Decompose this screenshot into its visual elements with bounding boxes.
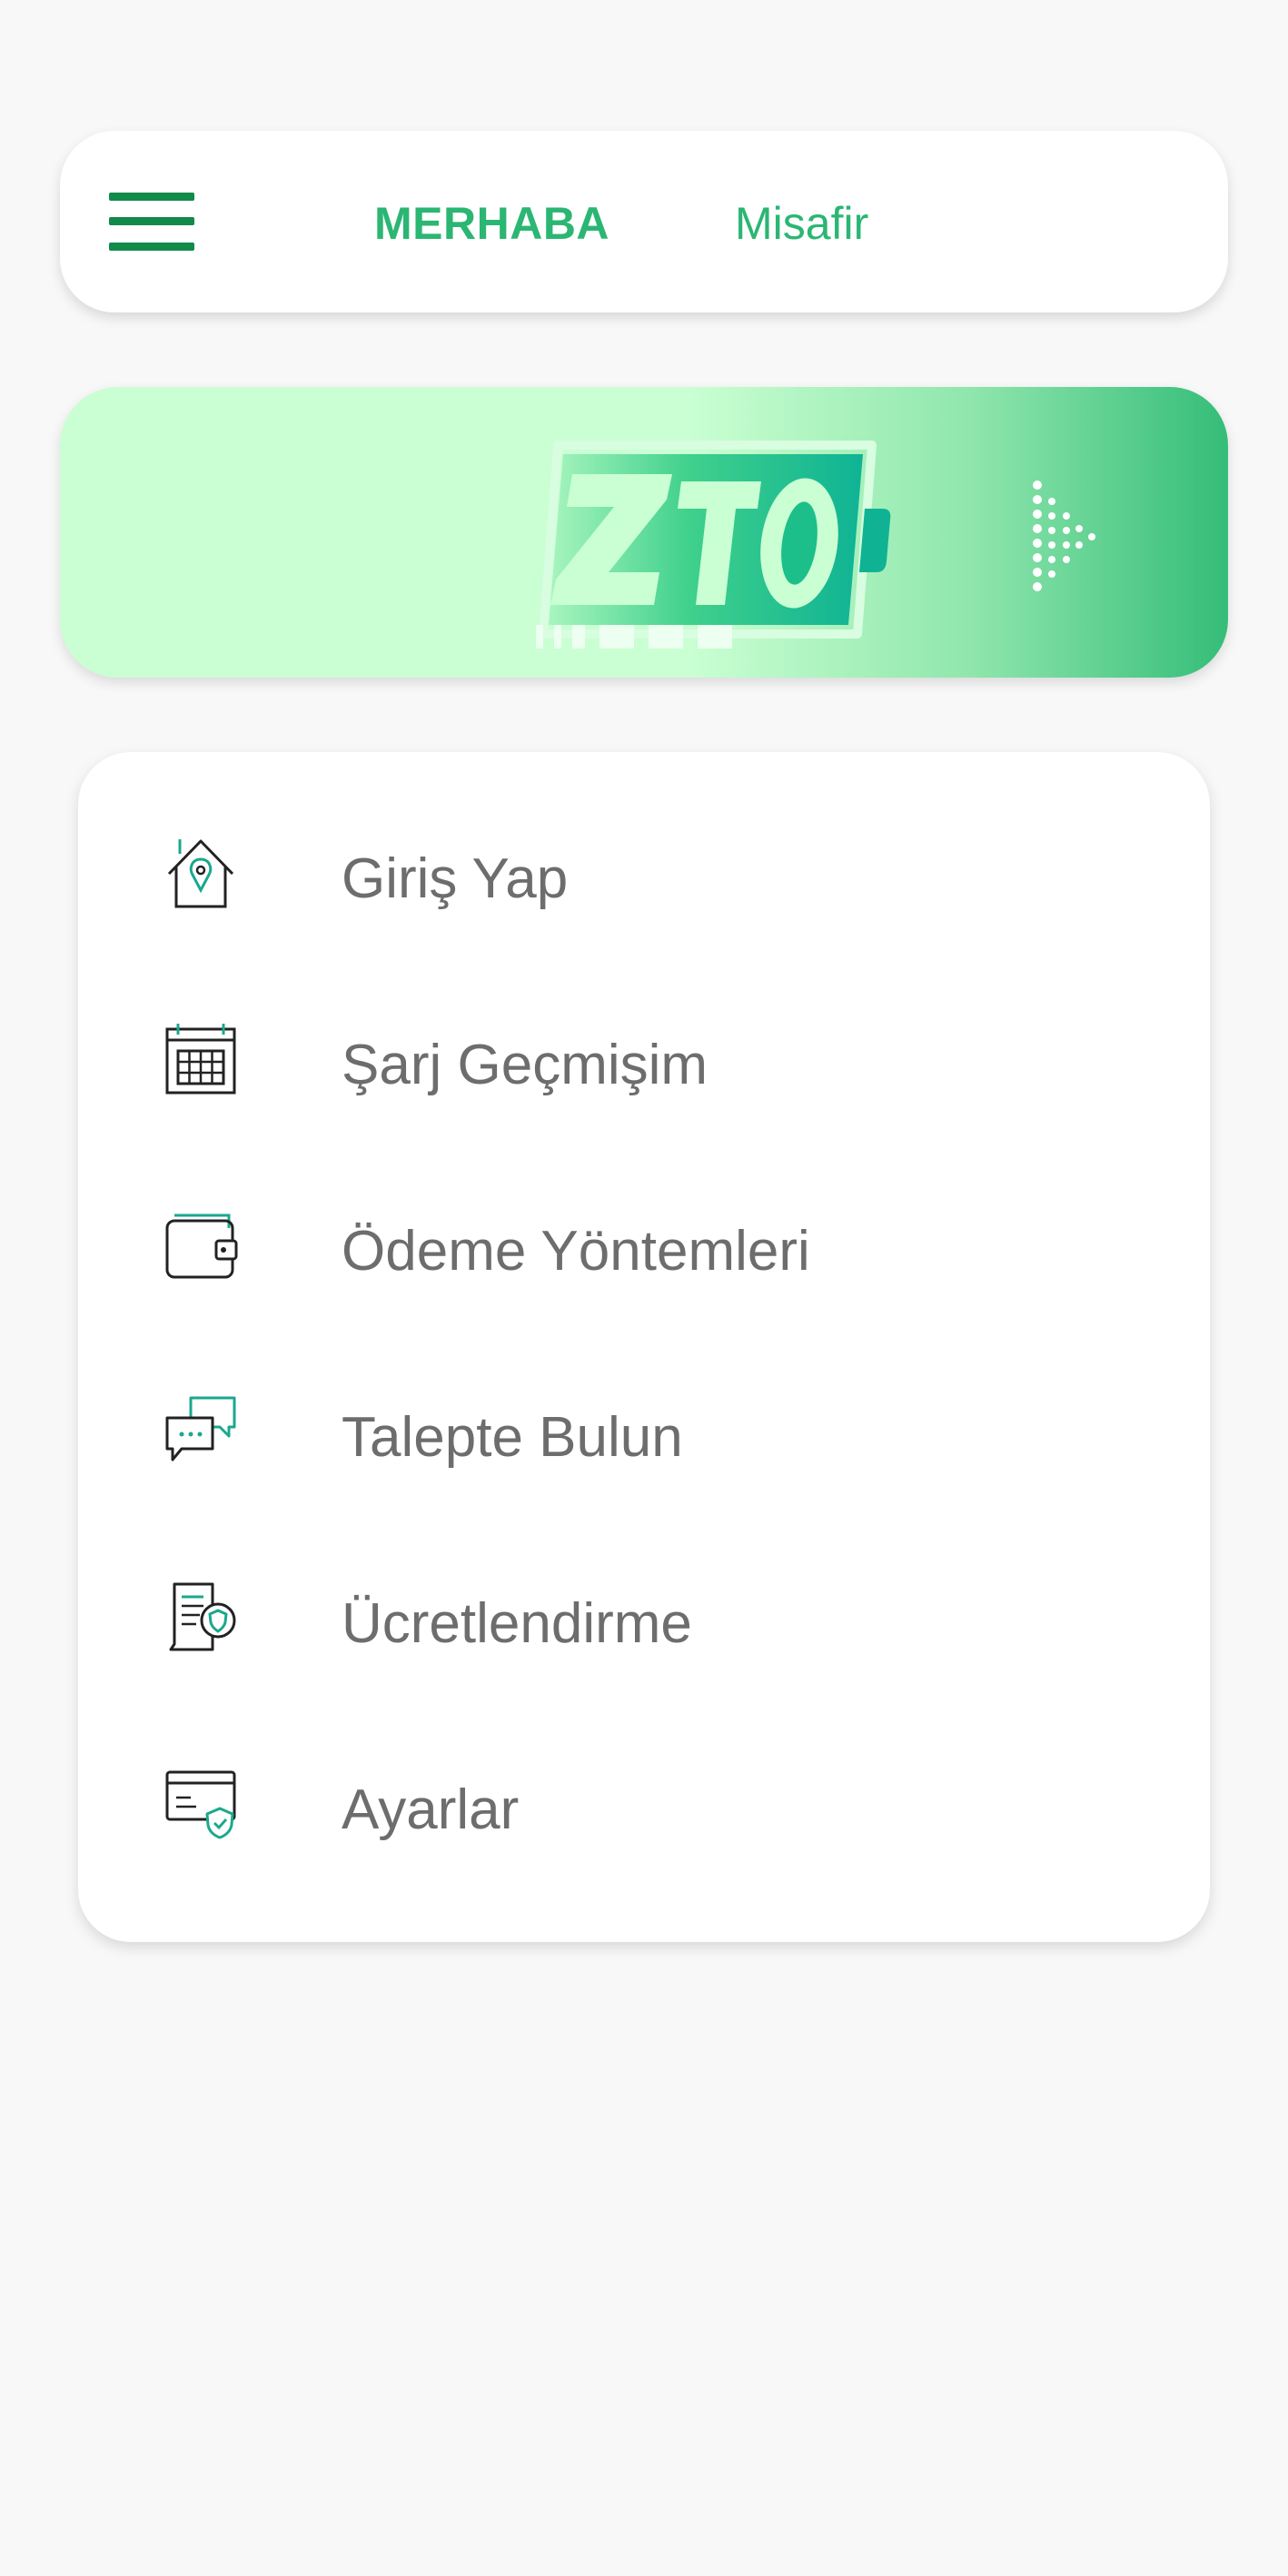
zto-battery-logo — [536, 441, 891, 649]
user-name: Misafir — [735, 198, 869, 249]
menu-item-charge-history[interactable]: Şarj Geçmişim — [78, 986, 1210, 1131]
menu-item-label: Giriş Yap — [342, 847, 569, 910]
card-shield-icon — [165, 1770, 236, 1839]
menu-item-pricing[interactable]: Ücretlendirme — [78, 1544, 1210, 1689]
menu-item-payment-methods[interactable]: Ödeme Yöntemleri — [78, 1172, 1210, 1317]
menu-item-request[interactable]: Talepte Bulun — [78, 1358, 1210, 1503]
hamburger-menu-icon[interactable] — [109, 193, 194, 251]
document-shield-icon — [169, 1582, 236, 1651]
wallet-icon — [165, 1214, 238, 1279]
header-bar: MERHABA Misafir — [60, 131, 1228, 312]
brand-banner[interactable] — [60, 387, 1228, 678]
menu-item-label: Şarj Geçmişim — [342, 1034, 708, 1096]
chat-bubbles-icon — [165, 1396, 236, 1461]
menu-item-label: Ödeme Yöntemleri — [342, 1220, 810, 1283]
menu-item-login[interactable]: Giriş Yap — [78, 799, 1210, 945]
greeting-text: MERHABA — [374, 198, 610, 249]
calendar-icon — [165, 1024, 236, 1095]
menu-item-label: Ücretlendirme — [342, 1592, 692, 1655]
menu-item-label: Talepte Bulun — [342, 1406, 683, 1469]
menu-item-label: Ayarlar — [342, 1778, 520, 1841]
home-location-icon — [167, 839, 234, 908]
navigation-menu: Giriş Yap Şarj Geçmişim Ödeme Yöntemleri — [78, 752, 1210, 1942]
dotted-arrow-icon[interactable] — [1026, 476, 1108, 594]
menu-item-settings[interactable]: Ayarlar — [78, 1730, 1210, 1876]
